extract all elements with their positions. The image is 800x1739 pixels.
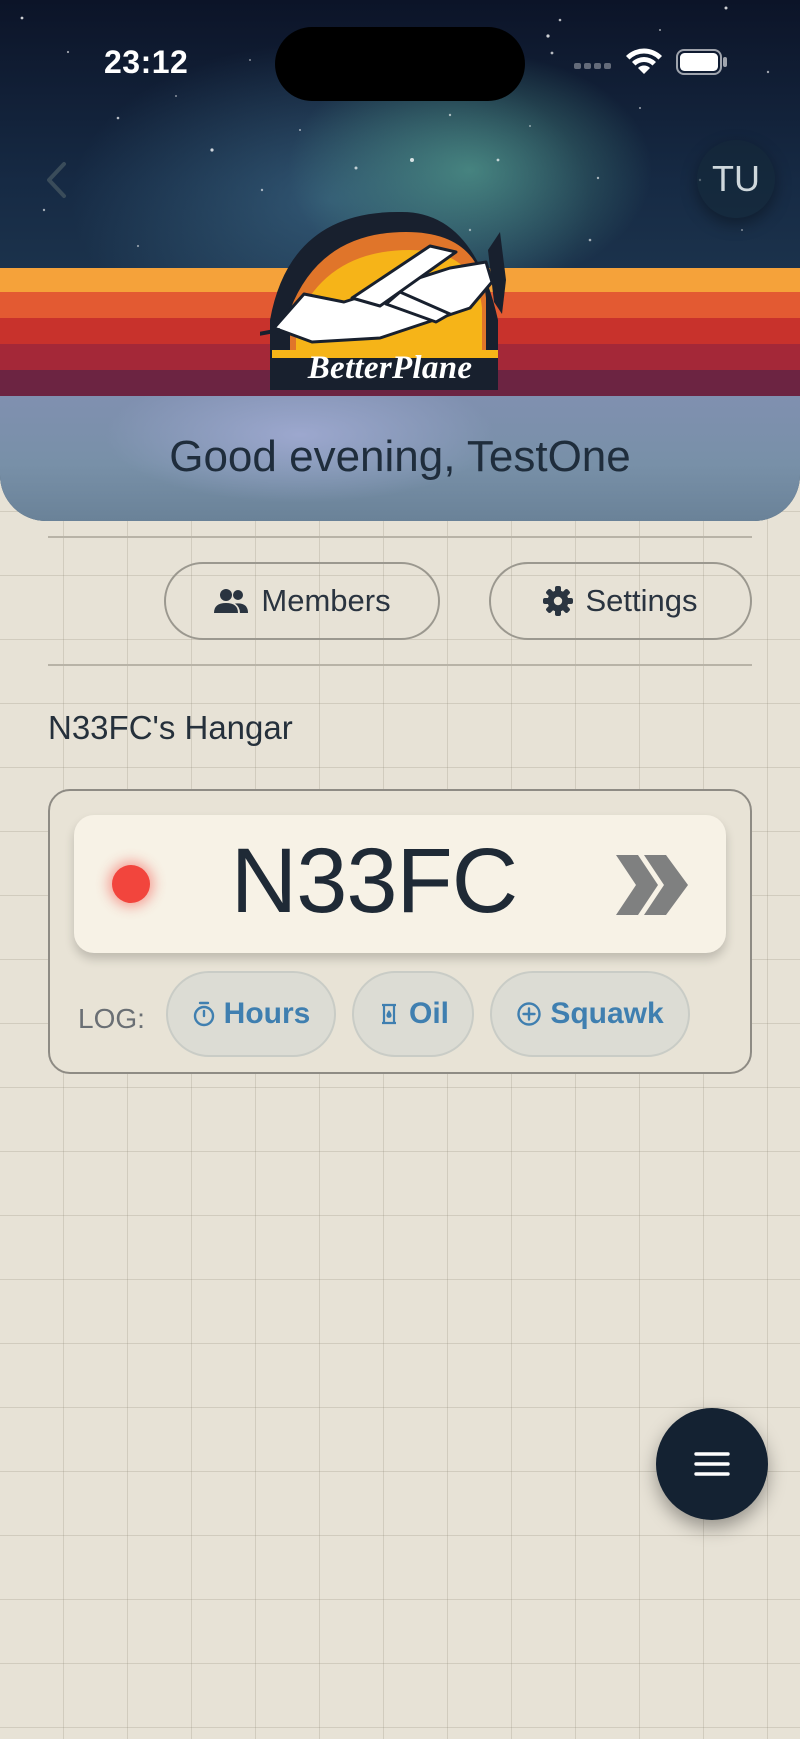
status-time: 23:12 [104,44,189,80]
status-bar: 23:12 [0,0,800,120]
plus-circle-icon [517,1002,542,1026]
aircraft-card: N33FC LOG: Hours Oil Squawk [48,789,752,1074]
settings-button[interactable]: Settings [489,562,752,640]
log-hours-button[interactable]: Hours [166,971,336,1057]
people-icon [214,589,249,613]
log-hours-label: Hours [223,997,311,1030]
hangar-title: N33FC's Hangar [48,709,293,746]
gear-icon [543,586,574,616]
aircraft-tail-number: N33FC [230,830,518,932]
greeting-text: Good evening, TestOne [169,432,631,481]
betterplane-logo: BetterPlane [247,210,545,398]
user-avatar-button[interactable]: TU [697,140,775,218]
log-squawk-button[interactable]: Squawk [490,971,690,1057]
log-squawk-label: Squawk [550,997,664,1030]
oil-icon [381,1003,396,1025]
members-button[interactable]: Members [164,562,440,640]
divider-top [48,536,752,538]
double-chevron-right-icon[interactable] [612,853,692,917]
avatar-initials: TU [712,158,760,199]
log-oil-label: Oil [408,997,449,1030]
settings-label: Settings [585,583,698,618]
menu-icon [694,1452,730,1476]
logo-wordmark: BetterPlane [307,350,473,386]
divider-bottom [48,664,752,666]
back-button[interactable] [36,155,76,205]
chevron-left-icon [47,162,66,198]
aircraft-row[interactable]: N33FC [74,815,726,953]
log-oil-button[interactable]: Oil [352,971,474,1057]
cellular-icon [574,63,611,69]
aircraft-status-indicator [112,865,150,903]
menu-fab-button[interactable] [656,1408,768,1520]
battery-icon [676,49,727,75]
stopwatch-icon [193,1001,214,1027]
dynamic-island [275,27,525,101]
log-label: LOG: [78,1003,145,1034]
members-label: Members [261,583,391,618]
wifi-icon [626,48,662,74]
